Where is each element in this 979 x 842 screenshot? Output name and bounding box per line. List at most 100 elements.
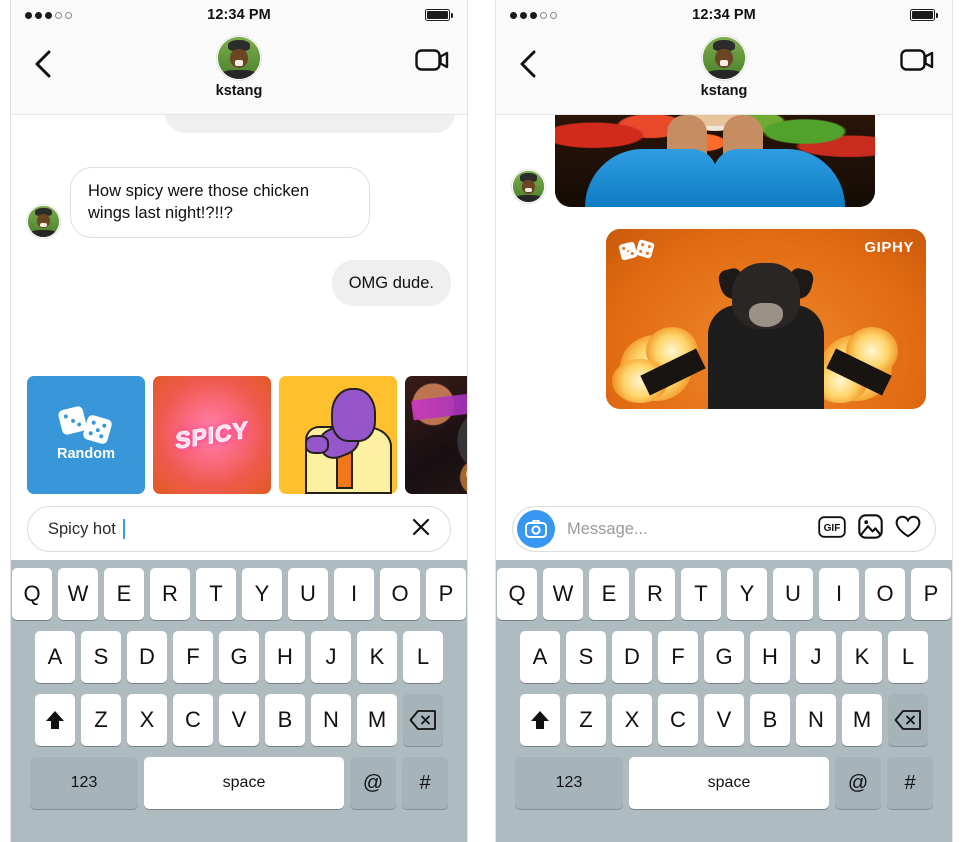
key-e[interactable]: E — [589, 568, 629, 620]
onscreen-keyboard[interactable]: Q W E R T Y U I O P A S D F G H J K L Z … — [496, 560, 952, 842]
keyboard-row-3: Z X C V B N M — [14, 694, 464, 746]
key-h[interactable]: H — [265, 631, 305, 683]
keyboard-row-1: Q W E R T Y U I O P — [12, 568, 466, 620]
key-q[interactable]: Q — [497, 568, 537, 620]
avatar[interactable] — [702, 36, 746, 80]
gif-tile-random[interactable]: Random — [27, 376, 145, 494]
at-key[interactable]: @ — [350, 757, 396, 809]
key-l[interactable]: L — [888, 631, 928, 683]
key-t[interactable]: T — [681, 568, 721, 620]
header-user[interactable]: kstang — [496, 36, 952, 99]
camera-icon[interactable] — [517, 510, 555, 548]
shift-up-arrow-icon[interactable] — [520, 694, 560, 746]
key-r[interactable]: R — [150, 568, 190, 620]
keyboard-row-3: Z X C V B N M — [499, 694, 949, 746]
key-v[interactable]: V — [219, 694, 259, 746]
avatar[interactable] — [217, 36, 261, 80]
key-i[interactable]: I — [334, 568, 374, 620]
key-s[interactable]: S — [566, 631, 606, 683]
key-u[interactable]: U — [773, 568, 813, 620]
key-z[interactable]: Z — [81, 694, 121, 746]
key-z[interactable]: Z — [566, 694, 606, 746]
key-n[interactable]: N — [311, 694, 351, 746]
key-w[interactable]: W — [543, 568, 583, 620]
key-e[interactable]: E — [104, 568, 144, 620]
gif-carousel[interactable]: Random SPICY — [11, 372, 467, 498]
gif-icon[interactable]: GIF — [818, 515, 846, 543]
key-m[interactable]: M — [357, 694, 397, 746]
message-bubble-outgoing: OMG dude. — [331, 259, 451, 306]
keyboard-row-4: 123 space @ # — [14, 757, 464, 809]
key-y[interactable]: Y — [242, 568, 282, 620]
gif-tile-cartoon[interactable] — [279, 376, 397, 494]
giphy-dog-explosion-gif[interactable]: GIPHY — [606, 229, 926, 409]
backspace-delete-icon[interactable] — [403, 694, 443, 746]
backspace-delete-icon[interactable] — [888, 694, 928, 746]
key-d[interactable]: D — [612, 631, 652, 683]
page-title: kstang — [700, 83, 748, 99]
key-n[interactable]: N — [796, 694, 836, 746]
key-i[interactable]: I — [819, 568, 859, 620]
gif-tile-spicy[interactable]: SPICY — [153, 376, 271, 494]
message-row — [496, 115, 952, 207]
key-o[interactable]: O — [865, 568, 905, 620]
close-x-icon[interactable] — [412, 518, 430, 541]
message-input[interactable]: Message... GIF — [512, 506, 936, 552]
key-x[interactable]: X — [127, 694, 167, 746]
key-g[interactable]: G — [219, 631, 259, 683]
key-j[interactable]: J — [311, 631, 351, 683]
message-list[interactable]: GIPHY — [496, 115, 952, 498]
key-j[interactable]: J — [796, 631, 836, 683]
key-k[interactable]: K — [842, 631, 882, 683]
hash-key[interactable]: # — [887, 757, 933, 809]
key-b[interactable]: B — [750, 694, 790, 746]
key-c[interactable]: C — [173, 694, 213, 746]
key-l[interactable]: L — [403, 631, 443, 683]
message-bubble-incoming: How spicy were those chicken wings last … — [70, 167, 370, 238]
key-k[interactable]: K — [357, 631, 397, 683]
key-a[interactable]: A — [35, 631, 75, 683]
key-q[interactable]: Q — [12, 568, 52, 620]
key-r[interactable]: R — [635, 568, 675, 620]
key-p[interactable]: P — [426, 568, 466, 620]
key-y[interactable]: Y — [727, 568, 767, 620]
key-f[interactable]: F — [658, 631, 698, 683]
key-g[interactable]: G — [704, 631, 744, 683]
text-caret — [122, 519, 125, 539]
key-t[interactable]: T — [196, 568, 236, 620]
gif-tile-label: Random — [57, 446, 115, 462]
key-b[interactable]: B — [265, 694, 305, 746]
space-key[interactable]: space — [629, 757, 829, 809]
conversation-header: kstang — [496, 30, 952, 115]
space-key[interactable]: space — [144, 757, 344, 809]
search-input[interactable]: Spicy hot — [27, 506, 451, 552]
key-a[interactable]: A — [520, 631, 560, 683]
gif-tile-hot-wings[interactable] — [405, 376, 467, 494]
key-p[interactable]: P — [911, 568, 951, 620]
heart-icon[interactable] — [895, 515, 921, 544]
key-m[interactable]: M — [842, 694, 882, 746]
dice-icon — [57, 405, 113, 445]
hash-key[interactable]: # — [402, 757, 448, 809]
numeric-key[interactable]: 123 — [30, 757, 138, 809]
message-bubble-partial — [165, 115, 455, 133]
key-s[interactable]: S — [81, 631, 121, 683]
numeric-key[interactable]: 123 — [515, 757, 623, 809]
chili-peppers-gif[interactable] — [555, 115, 875, 207]
key-o[interactable]: O — [380, 568, 420, 620]
shift-up-arrow-icon[interactable] — [35, 694, 75, 746]
key-d[interactable]: D — [127, 631, 167, 683]
photo-icon[interactable] — [858, 514, 883, 544]
key-x[interactable]: X — [612, 694, 652, 746]
key-w[interactable]: W — [58, 568, 98, 620]
key-u[interactable]: U — [288, 568, 328, 620]
header-user[interactable]: kstang — [11, 36, 467, 99]
key-f[interactable]: F — [173, 631, 213, 683]
message-list[interactable]: How spicy were those chicken wings last … — [11, 115, 467, 372]
key-v[interactable]: V — [704, 694, 744, 746]
key-h[interactable]: H — [750, 631, 790, 683]
at-key[interactable]: @ — [835, 757, 881, 809]
onscreen-keyboard[interactable]: Q W E R T Y U I O P A S D F G H J K L Z … — [11, 560, 467, 842]
svg-text:GIF: GIF — [824, 523, 841, 534]
key-c[interactable]: C — [658, 694, 698, 746]
